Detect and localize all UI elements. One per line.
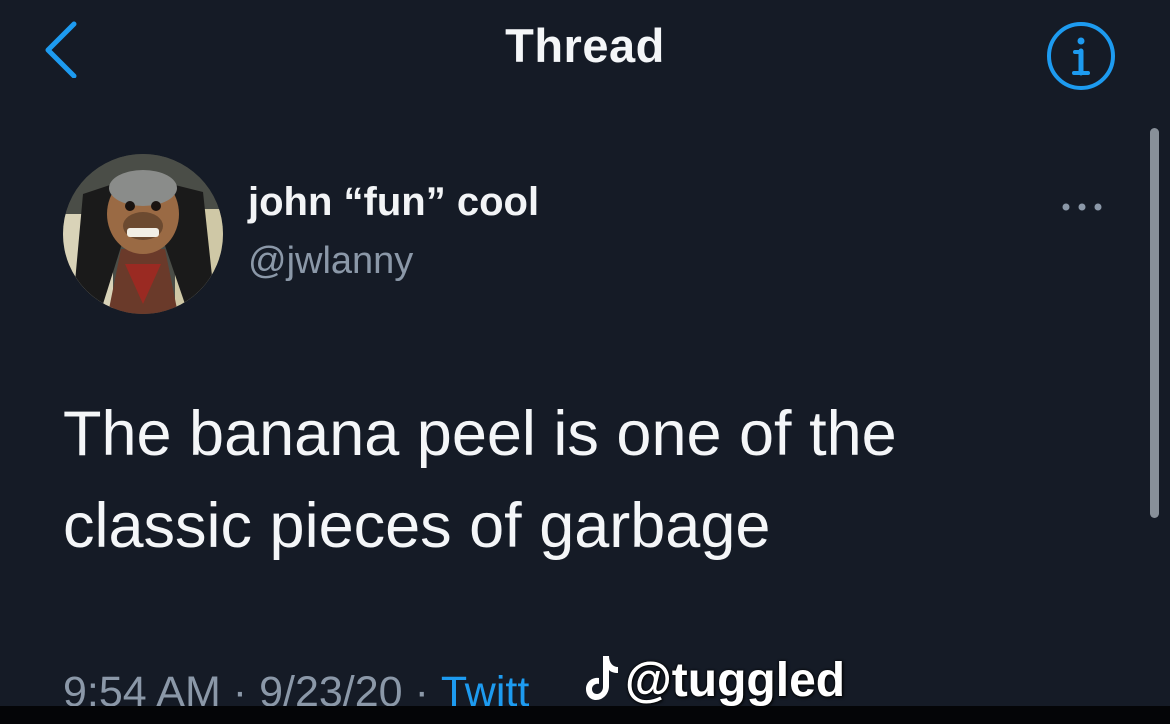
author-name[interactable]: john “fun” cool [248,180,539,225]
tweet-text-line: classic pieces of garbage [63,491,771,561]
thread-screen: Thread john “fun” cool @jwlanny The bana… [0,0,1170,724]
avatar[interactable] [63,154,223,314]
more-dots-icon [1062,203,1102,211]
tweet-text: The banana peel is one of the classic pi… [63,388,1093,572]
info-button[interactable] [1044,19,1118,93]
tweet-text-line: The banana peel is one of the [63,399,897,469]
tiktok-logo-icon [586,656,618,700]
page-title: Thread [505,19,665,72]
watermark-handle: @tuggled [625,654,846,707]
scrollbar[interactable] [1150,128,1159,518]
info-circle-icon [1047,22,1115,90]
more-button[interactable] [1052,192,1112,222]
avatar-image [63,154,223,314]
bottom-edge [0,706,1170,724]
nav-bar: Thread [0,0,1170,96]
author-handle[interactable]: @jwlanny [248,240,413,283]
